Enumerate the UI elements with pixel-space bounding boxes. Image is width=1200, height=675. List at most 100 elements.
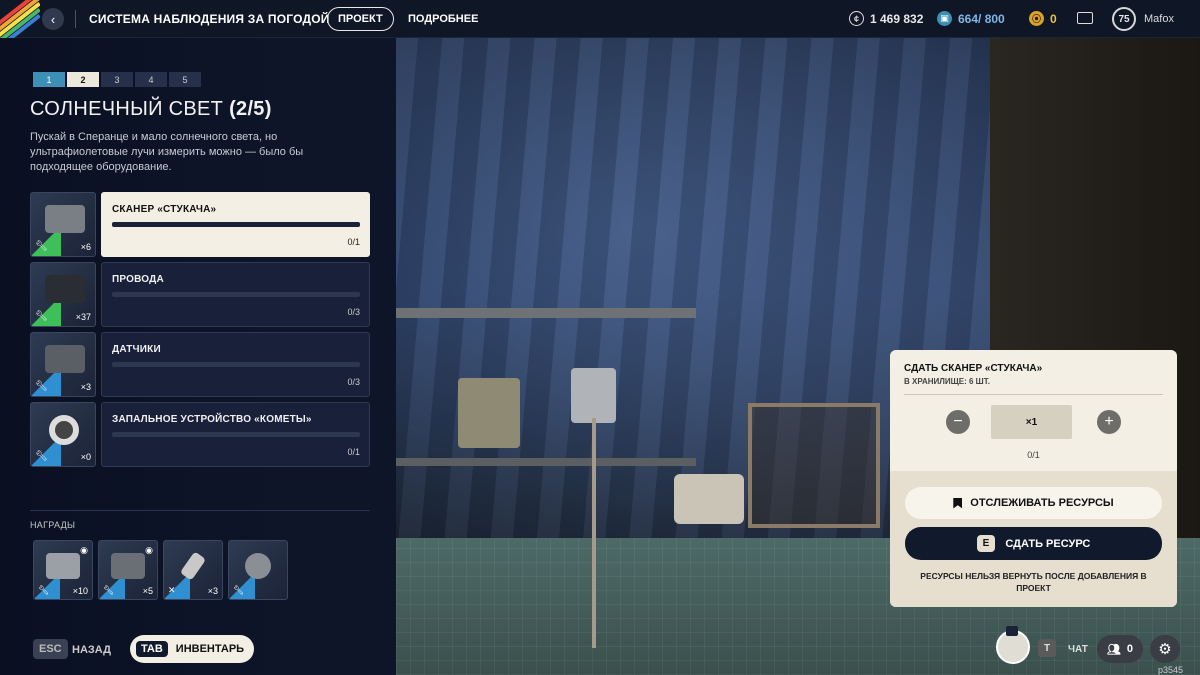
wrench-icon: 🔧︎ — [35, 451, 48, 462]
username[interactable]: Mafox — [1144, 13, 1174, 25]
build-id: p3545 — [1158, 665, 1184, 675]
inventory-label: ИНВЕНТАРЬ — [175, 643, 245, 655]
mail-icon[interactable] — [1077, 12, 1093, 24]
requirement-card[interactable]: ДАТЧИКИ 0/3 — [101, 332, 370, 397]
step-1[interactable]: 1 — [33, 72, 65, 87]
brand-stripes — [0, 0, 40, 38]
reward-item-4[interactable]: 🔧︎ — [228, 540, 288, 600]
sensors-icon — [45, 345, 85, 373]
eye-icon[interactable]: ◉ — [145, 545, 153, 556]
chat-key[interactable]: T — [1038, 639, 1056, 657]
scanner-on-tripod — [571, 368, 616, 423]
item-thumbnail: 🔧︎ ×0 — [30, 402, 96, 467]
wires-icon — [45, 275, 85, 303]
decrease-button[interactable]: − — [946, 410, 970, 434]
device-prop — [674, 474, 744, 524]
quest-title: СОЛНЕЧНЫЙ СВЕТ (2/5) — [30, 98, 272, 121]
reward-item-1[interactable]: ◉ 🔧︎ ×10 — [33, 540, 93, 600]
owned-count: ×6 — [80, 242, 91, 252]
settings-button[interactable]: ⚙ — [1150, 635, 1180, 663]
wrench-icon: 🔧︎ — [103, 585, 115, 595]
owned-count: ×37 — [75, 312, 91, 322]
voltmeter-prop — [458, 378, 520, 448]
reward-qty: ×5 — [142, 586, 153, 596]
shelf-bottom — [396, 458, 696, 466]
requirement-card[interactable]: СКАНЕР «СТУКАЧА» 0/1 — [101, 192, 370, 257]
step-5[interactable]: 5 — [169, 72, 201, 87]
submit-resource-panel: СДАТЬ СКАНЕР «СТУКАЧА» В ХРАНИЛИЩЕ: 6 ШТ… — [890, 350, 1177, 607]
submit-resource-button[interactable]: E СДАТЬ РЕСУРС — [905, 527, 1162, 560]
storage-count: В ХРАНИЛИЩЕ: 6 ШТ. — [904, 377, 990, 386]
submit-actions: ОТСЛЕЖИВАТЬ РЕСУРСЫ E СДАТЬ РЕСУРС РЕСУР… — [890, 471, 1177, 607]
tripod-stand — [592, 418, 596, 648]
requirement-item-sensors[interactable]: 🔧︎ ×3 ДАТЧИКИ 0/3 — [30, 332, 370, 397]
progress-bar — [112, 362, 360, 367]
step-3[interactable]: 3 — [101, 72, 133, 87]
item-thumbnail: 🔧︎ ×3 — [30, 332, 96, 397]
people-icon: 👥︎ — [1106, 643, 1121, 656]
owned-count: ×0 — [80, 452, 91, 462]
reward-qty: ×3 — [207, 586, 218, 596]
wrench-icon: 🔧︎ — [38, 585, 50, 595]
submit-title: СДАТЬ СКАНЕР «СТУКАЧА» — [904, 363, 1043, 374]
storage-stat: ▣ 664/ 800 — [937, 11, 1005, 26]
plus-icon: + — [1104, 413, 1114, 430]
requirement-item-wires[interactable]: 🔧︎ ×37 ПРОВОДА 0/3 — [30, 262, 370, 327]
divider — [75, 10, 76, 28]
igniter-icon — [49, 415, 79, 445]
wrench-icon: 🔧︎ — [35, 381, 48, 392]
step-2[interactable]: 2 — [67, 72, 99, 87]
rewards-label: НАГРАДЫ — [30, 520, 76, 530]
wrench-icon: 🔧︎ — [35, 311, 48, 322]
rewards-divider — [30, 510, 370, 511]
scanner-icon — [45, 205, 85, 233]
quest-panel: 1 2 3 4 5 СОЛНЕЧНЫЙ СВЕТ (2/5) Пускай в … — [0, 38, 396, 675]
reward-icon — [111, 553, 145, 579]
storage-icon: ▣ — [937, 11, 952, 26]
back-label[interactable]: НАЗАД — [72, 644, 111, 656]
progress-bar — [112, 222, 360, 227]
reward-icon — [46, 553, 80, 579]
top-bar: ‹ СИСТЕМА НАБЛЮДЕНИЯ ЗА ПОГОДОЙ ПРОЕКТ П… — [0, 0, 1200, 38]
step-indicator: 1 2 3 4 5 — [33, 72, 201, 87]
tokens-value: 0 — [1050, 11, 1057, 26]
quest-title-text: СОЛНЕЧНЫЙ СВЕТ — [30, 98, 224, 120]
coins-value: 1 469 832 — [870, 11, 924, 26]
inventory-button[interactable]: TAB ИНВЕНТАРЬ — [130, 635, 254, 663]
submit-progress: 0/1 — [1027, 450, 1040, 460]
esc-key[interactable]: ESC — [33, 639, 68, 659]
gear-icon: ⚙ — [1158, 641, 1172, 658]
chat-label[interactable]: ЧАТ — [1068, 644, 1088, 655]
progress-text: 0/1 — [347, 237, 360, 247]
submit-label: СДАТЬ РЕСУРС — [1005, 537, 1091, 550]
requirement-card[interactable]: ПРОВОДА 0/3 — [101, 262, 370, 327]
tab-details[interactable]: ПОДРОБНЕЕ — [398, 7, 488, 31]
back-arrow-button[interactable]: ‹ — [42, 8, 64, 30]
progress-text: 0/3 — [347, 307, 360, 317]
crate-prop — [748, 403, 880, 528]
requirement-card[interactable]: ЗАПАЛЬНОЕ УСТРОЙСТВО «КОМЕТЫ» 0/1 — [101, 402, 370, 467]
player-level-badge[interactable]: 75 — [1112, 7, 1136, 31]
reward-item-2[interactable]: ◉ 🔧︎ ×5 — [98, 540, 158, 600]
quantity-field[interactable]: ×1 — [991, 405, 1072, 439]
increase-button[interactable]: + — [1097, 410, 1121, 434]
step-4[interactable]: 4 — [135, 72, 167, 87]
shelf-top — [396, 308, 696, 318]
tab-project[interactable]: ПРОЕКТ — [327, 7, 394, 31]
item-name: СКАНЕР «СТУКАЧА» — [112, 204, 217, 215]
avatar-badge-icon — [1006, 626, 1018, 636]
eye-icon[interactable]: ◉ — [80, 545, 88, 556]
tokens-stat: ⦿ 0 — [1029, 11, 1057, 26]
progress-text: 0/3 — [347, 377, 360, 387]
reward-item-3[interactable]: ✕ ×3 — [163, 540, 223, 600]
quest-description: Пускай в Сперанце и мало солнечного свет… — [30, 131, 304, 173]
wrench-icon: 🔧︎ — [233, 585, 245, 595]
requirement-item-igniter[interactable]: 🔧︎ ×0 ЗАПАЛЬНОЕ УСТРОЙСТВО «КОМЕТЫ» 0/1 — [30, 402, 370, 467]
track-resources-button[interactable]: ОТСЛЕЖИВАТЬ РЕСУРСЫ — [905, 487, 1162, 519]
requirement-item-scanner[interactable]: 🔧︎ ×6 СКАНЕР «СТУКАЧА» 0/1 — [30, 192, 370, 257]
progress-bar — [112, 432, 360, 437]
wrench-icon: 🔧︎ — [35, 241, 48, 252]
friends-button[interactable]: 👥︎ 0 — [1097, 635, 1143, 663]
quest-count: (2/5) — [229, 98, 272, 120]
storage-value: 664/ 800 — [958, 11, 1005, 26]
